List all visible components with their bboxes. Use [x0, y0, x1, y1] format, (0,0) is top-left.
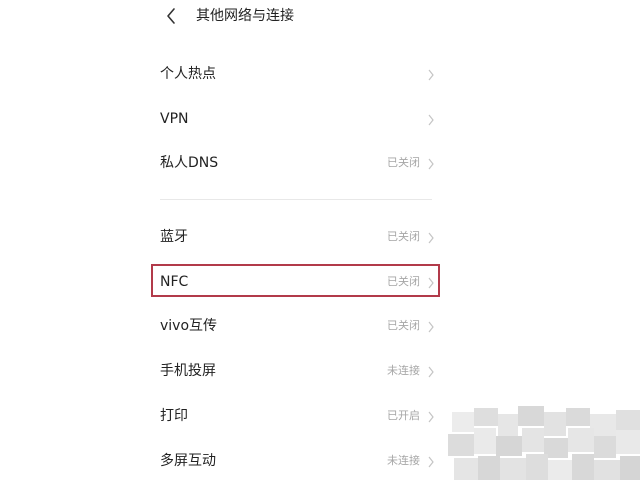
- header-bar: 其他网络与连接: [0, 0, 640, 34]
- list-item-status: 已开启: [387, 409, 420, 422]
- list-item-vpn[interactable]: VPN: [150, 104, 442, 134]
- back-chevron-icon[interactable]: [163, 6, 181, 26]
- chevron-right-icon: [427, 275, 435, 289]
- list-item-label: 多屏互动: [160, 453, 216, 469]
- section-divider: [160, 199, 432, 200]
- list-item-label: 手机投屏: [160, 363, 216, 379]
- chevron-right-icon: [427, 454, 435, 468]
- list-item-status: 已关闭: [387, 156, 420, 169]
- chevron-right-icon: [427, 409, 435, 423]
- list-item-label: VPN: [160, 111, 189, 127]
- chevron-right-icon: [427, 156, 435, 170]
- chevron-right-icon: [427, 319, 435, 333]
- list-item-multi-screen[interactable]: 多屏互动 未连接: [150, 446, 442, 476]
- list-item-nfc[interactable]: NFC 已关闭: [150, 267, 442, 297]
- pixelated-logo-watermark: [446, 402, 640, 480]
- chevron-right-icon: [427, 67, 435, 81]
- list-item-vivo-share[interactable]: vivo互传 已关闭: [150, 311, 442, 341]
- list-item-status: 已关闭: [387, 230, 420, 243]
- list-item-screen-cast[interactable]: 手机投屏 未连接: [150, 356, 442, 386]
- list-item-label: 打印: [160, 408, 188, 424]
- list-item-personal-hotspot[interactable]: 个人热点: [150, 59, 442, 89]
- list-item-private-dns[interactable]: 私人DNS 已关闭: [150, 148, 442, 178]
- list-item-label: 个人热点: [160, 66, 216, 82]
- list-item-status: 未连接: [387, 364, 420, 377]
- chevron-right-icon: [427, 112, 435, 126]
- list-item-label: 私人DNS: [160, 155, 219, 171]
- chevron-right-icon: [427, 230, 435, 244]
- list-item-bluetooth[interactable]: 蓝牙 已关闭: [150, 222, 442, 252]
- list-item-print[interactable]: 打印 已开启: [150, 401, 442, 431]
- list-item-label: vivo互传: [160, 318, 218, 334]
- list-item-status: 已关闭: [387, 275, 420, 288]
- list-item-status: 已关闭: [387, 319, 420, 332]
- list-item-label: NFC: [160, 274, 189, 290]
- list-item-label: 蓝牙: [160, 229, 188, 245]
- chevron-right-icon: [427, 364, 435, 378]
- page-title: 其他网络与连接: [196, 8, 294, 24]
- list-item-status: 未连接: [387, 454, 420, 467]
